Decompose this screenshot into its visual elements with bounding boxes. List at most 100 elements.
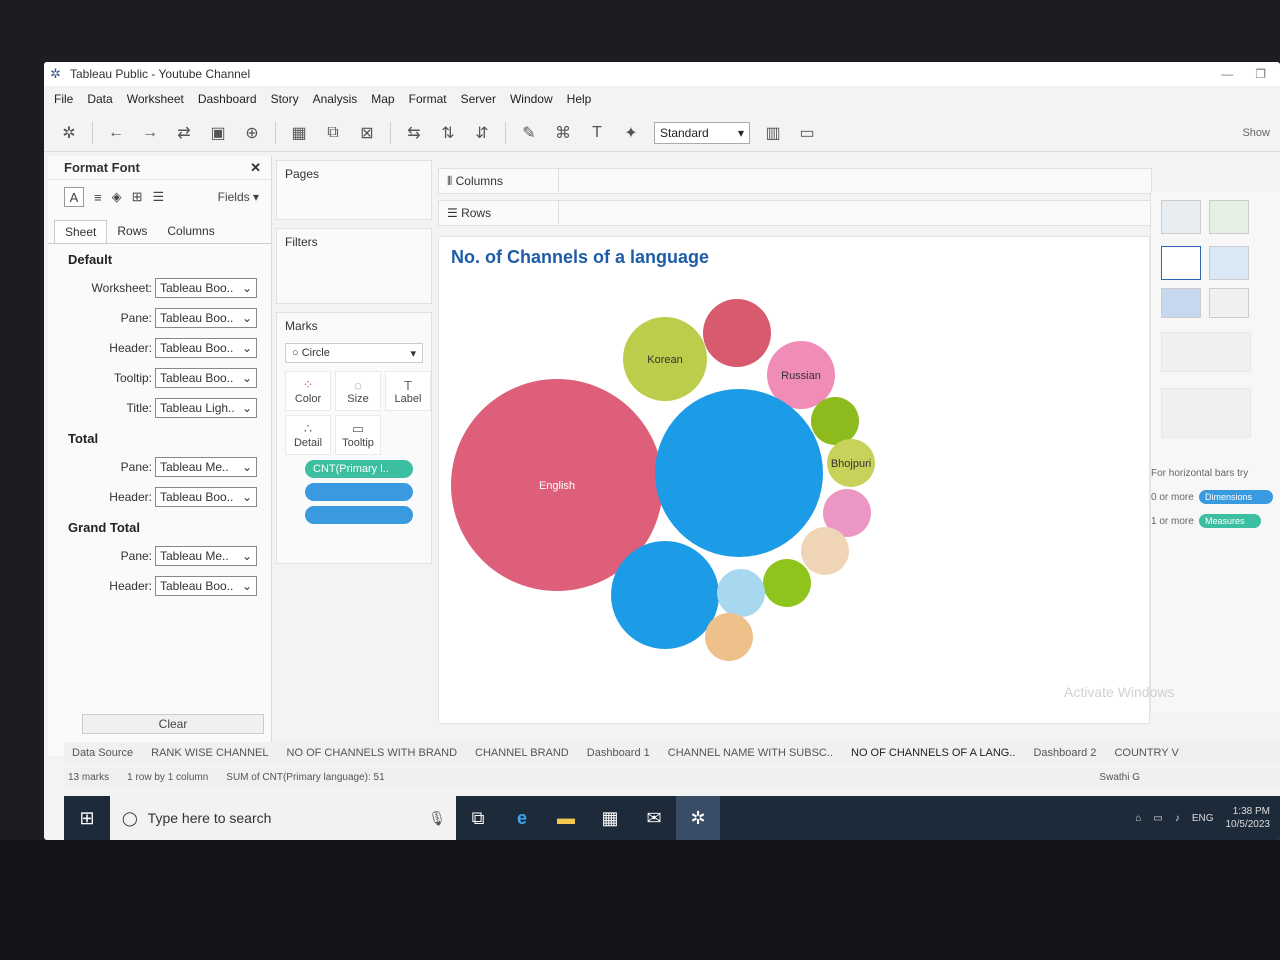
bubble[interactable]: [811, 397, 859, 445]
menu-file[interactable]: File: [54, 92, 73, 106]
menu-data[interactable]: Data: [87, 92, 112, 106]
font-dropdown[interactable]: Tableau Me.. ⌄: [155, 457, 257, 477]
clear-sheet-icon[interactable]: ⊠: [356, 122, 378, 144]
tab-sheet[interactable]: Sheet: [54, 220, 108, 243]
chart-type-heatmap[interactable]: [1209, 200, 1249, 234]
menu-window[interactable]: Window: [510, 92, 553, 106]
chart-type-text-table[interactable]: [1161, 200, 1201, 234]
chart-type-lines[interactable]: [1161, 332, 1251, 372]
borders-icon[interactable]: ⊞: [132, 189, 143, 205]
size-button[interactable]: ◌ Size: [335, 371, 381, 411]
color-button[interactable]: ⁘ Color: [285, 371, 331, 411]
pin-icon[interactable]: ✦: [620, 122, 642, 144]
tab-rows[interactable]: Rows: [107, 220, 157, 243]
menu-dashboard[interactable]: Dashboard: [198, 92, 257, 106]
language-indicator[interactable]: ENG: [1192, 813, 1214, 824]
color-field-pill[interactable]: [305, 506, 413, 524]
new-worksheet-icon[interactable]: ▦: [288, 122, 310, 144]
font-dropdown[interactable]: Tableau Boo.. ⌄: [155, 487, 257, 507]
font-dropdown[interactable]: Tableau Boo.. ⌄: [155, 338, 257, 358]
chart-type-circle-views[interactable]: [1209, 288, 1249, 318]
new-datasource-icon[interactable]: ⊕: [241, 122, 263, 144]
mark-type-select[interactable]: ○ Circle ▾: [285, 343, 423, 363]
menu-analysis[interactable]: Analysis: [313, 92, 358, 106]
filters-card[interactable]: Filters: [276, 228, 432, 304]
font-dropdown[interactable]: Tableau Boo.. ⌄: [155, 278, 257, 298]
pages-card[interactable]: Pages: [276, 160, 432, 220]
battery-icon[interactable]: ▭: [1153, 813, 1162, 824]
show-cards-icon[interactable]: ▥: [762, 122, 784, 144]
back-icon[interactable]: ←: [105, 122, 127, 144]
close-icon[interactable]: ✕: [250, 160, 261, 176]
mail-icon[interactable]: ✉: [632, 796, 676, 840]
columns-shelf[interactable]: ⦀ Columns: [438, 168, 1152, 194]
task-view-icon[interactable]: ⧉: [456, 796, 500, 840]
tab-no-of-channels-of-a-lang[interactable]: NO OF CHANNELS OF A LANG..: [851, 747, 1015, 759]
bubble[interactable]: [801, 527, 849, 575]
font-dropdown[interactable]: Tableau Boo.. ⌄: [155, 308, 257, 328]
font-dropdown[interactable]: Tableau Me.. ⌄: [155, 546, 257, 566]
forward-icon[interactable]: →: [139, 122, 161, 144]
chart-type-area[interactable]: [1161, 388, 1251, 438]
microphone-icon[interactable]: 🎙: [428, 810, 446, 827]
font-dropdown[interactable]: Tableau Ligh.. ⌄: [155, 398, 257, 418]
tab-rank-wise-channel[interactable]: RANK WISE CHANNEL: [151, 747, 268, 759]
tab-channel-name-with-subsc[interactable]: CHANNEL NAME WITH SUBSC..: [668, 747, 833, 759]
bubble[interactable]: [611, 541, 719, 649]
size-field-pill[interactable]: CNT(Primary l..: [305, 460, 413, 478]
minimize-icon[interactable]: —: [1221, 67, 1233, 81]
sort-ascending-icon[interactable]: ⇅: [437, 122, 459, 144]
font-dropdown[interactable]: Tableau Boo.. ⌄: [155, 576, 257, 596]
tab-country[interactable]: COUNTRY V: [1114, 747, 1178, 759]
tab-columns[interactable]: Columns: [157, 220, 224, 243]
label-button[interactable]: T Label: [385, 371, 431, 411]
fit-select[interactable]: Standard ▾: [654, 121, 750, 144]
shading-icon[interactable]: ◈: [112, 189, 122, 205]
chart-type-stacked-bars[interactable]: [1209, 246, 1249, 280]
clock[interactable]: 1:38 PM 10/5/2023: [1226, 805, 1271, 831]
tab-dashboard-1[interactable]: Dashboard 1: [587, 747, 650, 759]
duplicate-sheet-icon[interactable]: ⧉: [322, 122, 344, 144]
chart-type-treemap[interactable]: [1161, 288, 1201, 318]
font-format-icon[interactable]: A: [64, 187, 84, 207]
tab-no-of-channels-with-brand[interactable]: NO OF CHANNELS WITH BRAND: [287, 747, 458, 759]
volume-icon[interactable]: ♪: [1175, 813, 1180, 824]
tab-channel-brand[interactable]: CHANNEL BRAND: [475, 747, 569, 759]
network-icon[interactable]: ⌂: [1135, 813, 1141, 824]
menu-server[interactable]: Server: [461, 92, 496, 106]
file-explorer-icon[interactable]: ▬: [544, 796, 588, 840]
label-icon[interactable]: T: [586, 122, 608, 144]
store-icon[interactable]: ▦: [588, 796, 632, 840]
presentation-icon[interactable]: ▭: [796, 122, 818, 144]
detail-button[interactable]: ∴ Detail: [285, 415, 331, 455]
highlight-icon[interactable]: ✎: [518, 122, 540, 144]
fields-dropdown[interactable]: Fields ▾: [218, 190, 259, 204]
user-name[interactable]: Swathi G: [1099, 772, 1140, 783]
edge-icon[interactable]: e: [500, 796, 544, 840]
bubble[interactable]: [703, 299, 771, 367]
alignment-icon[interactable]: ≡: [94, 190, 102, 205]
group-icon[interactable]: ⌘: [552, 122, 574, 144]
lines-icon[interactable]: ☰: [153, 189, 165, 205]
tooltip-button[interactable]: ▭ Tooltip: [335, 415, 381, 455]
redo-icon[interactable]: ⇄: [173, 122, 195, 144]
menu-format[interactable]: Format: [409, 92, 447, 106]
menu-worksheet[interactable]: Worksheet: [127, 92, 184, 106]
tab-data-source[interactable]: Data Source: [72, 747, 133, 759]
menu-map[interactable]: Map: [371, 92, 394, 106]
windows-start-icon[interactable]: ⊞: [64, 796, 110, 840]
clear-button[interactable]: Clear: [82, 714, 264, 734]
bubble[interactable]: [655, 389, 823, 557]
tableau-home-icon[interactable]: ✲: [58, 122, 80, 144]
show-me-button[interactable]: Show: [1242, 127, 1270, 139]
bubble[interactable]: [763, 559, 811, 607]
rows-shelf[interactable]: ☰ Rows: [438, 200, 1152, 226]
sort-descending-icon[interactable]: ⇵: [471, 122, 493, 144]
label-field-pill[interactable]: [305, 483, 413, 501]
save-icon[interactable]: ▣: [207, 122, 229, 144]
swap-icon[interactable]: ⇆: [403, 122, 425, 144]
bubble[interactable]: [705, 613, 753, 661]
menu-story[interactable]: Story: [271, 92, 299, 106]
restore-icon[interactable]: ❐: [1255, 67, 1266, 81]
tab-dashboard-2[interactable]: Dashboard 2: [1033, 747, 1096, 759]
